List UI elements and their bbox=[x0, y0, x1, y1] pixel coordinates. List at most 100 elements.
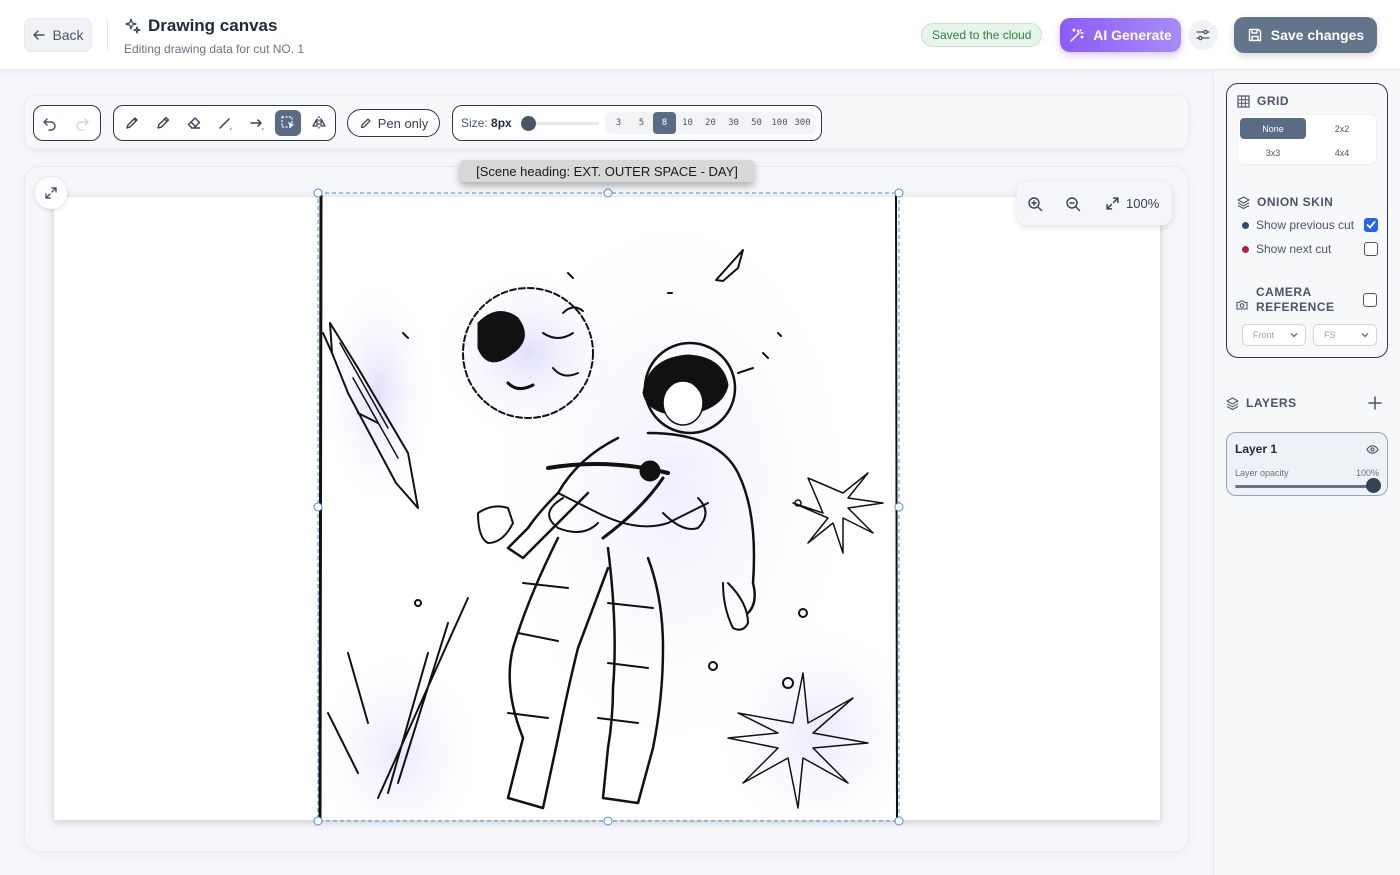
redo-button[interactable] bbox=[69, 110, 95, 136]
zoom-level: 100% bbox=[1126, 196, 1160, 211]
select-tool-button[interactable] bbox=[275, 110, 301, 136]
back-label: Back bbox=[52, 27, 84, 43]
zoom-out-icon[interactable] bbox=[1065, 196, 1081, 212]
mirror-icon bbox=[312, 116, 326, 130]
page-title: Drawing canvas bbox=[124, 16, 304, 36]
camera-shot-select[interactable]: FS bbox=[1313, 324, 1377, 346]
layer-opacity-fill bbox=[1235, 485, 1373, 488]
show-next-cut-checkbox[interactable] bbox=[1364, 242, 1378, 256]
layer-item[interactable]: Layer 1 Layer opacity 100% bbox=[1226, 432, 1388, 496]
history-tool-group bbox=[33, 105, 101, 141]
size-preset-100[interactable]: 100 bbox=[768, 112, 791, 134]
undo-icon bbox=[43, 118, 56, 131]
layer-opacity-value: 100% bbox=[1355, 468, 1379, 478]
size-preset-10[interactable]: 10 bbox=[676, 112, 699, 134]
check-icon bbox=[1366, 221, 1376, 229]
brush-size-label: Size: 8px bbox=[461, 116, 512, 130]
show-previous-cut-checkbox[interactable] bbox=[1364, 218, 1378, 232]
save-changes-button[interactable]: Save changes bbox=[1234, 17, 1377, 53]
layers-icon bbox=[1237, 195, 1250, 209]
grid-option-3x3[interactable]: 3x3 bbox=[1240, 142, 1306, 163]
size-preset-300[interactable]: 300 bbox=[791, 112, 814, 134]
pencil-icon bbox=[157, 116, 170, 129]
camera-reference-title: CAMERA REFERENCE bbox=[1236, 285, 1335, 315]
layers-section-title: LAYERS bbox=[1226, 396, 1297, 410]
pencil-icon bbox=[360, 118, 371, 128]
camera-shot-value: FS bbox=[1324, 330, 1336, 340]
grid-icon bbox=[1237, 94, 1250, 108]
ai-generate-button[interactable]: AI Generate bbox=[1060, 18, 1181, 52]
magic-wand-icon bbox=[1070, 28, 1084, 42]
ai-generate-label: AI Generate bbox=[1093, 27, 1172, 43]
pencil-tool-button[interactable] bbox=[150, 110, 175, 136]
size-preset-5[interactable]: 5 bbox=[630, 112, 653, 134]
show-previous-cut-label: Show previous cut bbox=[1256, 218, 1355, 232]
size-preset-3[interactable]: 3 bbox=[607, 112, 630, 134]
chevron-down-icon bbox=[1290, 333, 1298, 338]
line-tool-button[interactable] bbox=[213, 110, 238, 136]
brush-size-presets: 3 5 8 10 20 30 50 100 300 bbox=[605, 112, 816, 134]
brush-size-group: Size: 8px 3 5 8 10 20 30 50 100 300 bbox=[452, 105, 822, 141]
sliders-icon bbox=[1196, 29, 1210, 41]
size-preset-30[interactable]: 30 bbox=[722, 112, 745, 134]
zoom-in-icon[interactable] bbox=[1027, 196, 1043, 212]
eraser-tool-button[interactable] bbox=[182, 110, 207, 136]
show-next-cut-row[interactable]: Show next cut bbox=[1242, 240, 1378, 258]
arrow-icon bbox=[250, 119, 264, 130]
size-preset-8[interactable]: 8 bbox=[653, 112, 676, 134]
brush-size-value: 8px bbox=[491, 116, 512, 130]
page-title-block: Drawing canvas Editing drawing data for … bbox=[124, 16, 304, 56]
mirror-tool-button[interactable] bbox=[307, 110, 332, 136]
add-layer-button[interactable] bbox=[1362, 390, 1388, 416]
layer-opacity-track[interactable] bbox=[1235, 485, 1373, 488]
layer-name: Layer 1 bbox=[1235, 442, 1278, 456]
drawing-toolbar: Pen only Size: 8px 3 5 8 10 20 30 50 100 300 bbox=[24, 95, 1189, 149]
sparkle-icon bbox=[125, 18, 141, 34]
chevron-down-icon bbox=[1361, 333, 1369, 338]
zoom-reset-button[interactable]: 100% bbox=[1105, 196, 1159, 211]
camera-reference-checkbox[interactable] bbox=[1363, 293, 1377, 307]
size-preset-50[interactable]: 50 bbox=[745, 112, 768, 134]
brush-size-slider-handle[interactable] bbox=[521, 116, 536, 131]
grid-option-2x2[interactable]: 2x2 bbox=[1309, 118, 1375, 139]
pen-only-label: Pen only bbox=[377, 115, 429, 131]
layer-opacity-slider-handle[interactable] bbox=[1365, 478, 1381, 493]
grid-options: None 2x2 3x3 4x4 bbox=[1237, 114, 1377, 165]
save-changes-label: Save changes bbox=[1270, 27, 1365, 43]
eye-icon[interactable] bbox=[1366, 443, 1379, 456]
settings-toggle-button[interactable] bbox=[1188, 20, 1218, 50]
back-button[interactable]: Back bbox=[24, 18, 92, 52]
pen-tool-button[interactable] bbox=[119, 110, 144, 136]
fullscreen-button[interactable] bbox=[35, 177, 67, 209]
layers-icon bbox=[1226, 396, 1239, 410]
show-next-cut-label: Show next cut bbox=[1256, 242, 1332, 256]
arrow-tool-button[interactable] bbox=[244, 110, 269, 136]
floppy-disk-icon bbox=[1248, 28, 1261, 42]
size-preset-20[interactable]: 20 bbox=[699, 112, 722, 134]
layer-opacity-label: Layer opacity bbox=[1235, 468, 1289, 478]
pen-only-toggle[interactable]: Pen only bbox=[347, 109, 440, 137]
undo-button[interactable] bbox=[37, 110, 63, 136]
page-subtitle: Editing drawing data for cut NO. 1 bbox=[124, 42, 305, 56]
onion-skin-section-title: ONION SKIN bbox=[1237, 195, 1333, 209]
pen-icon bbox=[125, 117, 138, 129]
expand-icon bbox=[45, 187, 57, 199]
redo-icon bbox=[76, 118, 89, 131]
canvas-artwork[interactable] bbox=[318, 193, 899, 821]
scene-heading-label: [Scene heading: EXT. OUTER SPACE - DAY] bbox=[460, 160, 754, 182]
line-icon bbox=[219, 118, 232, 130]
arrow-left-icon bbox=[33, 30, 46, 40]
header-divider bbox=[107, 20, 108, 50]
saved-status-badge: Saved to the cloud bbox=[921, 23, 1043, 47]
select-icon bbox=[281, 116, 295, 128]
camera-angle-select[interactable]: Front bbox=[1242, 324, 1306, 346]
camera-icon bbox=[1236, 299, 1248, 310]
next-cut-color-dot bbox=[1242, 245, 1249, 253]
plus-icon bbox=[1368, 396, 1382, 410]
grid-option-4x4[interactable]: 4x4 bbox=[1309, 142, 1375, 163]
page-title-text: Drawing canvas bbox=[148, 16, 278, 35]
grid-section-title: GRID bbox=[1237, 94, 1289, 108]
show-previous-cut-row[interactable]: Show previous cut bbox=[1242, 216, 1378, 234]
grid-option-none[interactable]: None bbox=[1240, 118, 1306, 139]
app-header: Back Drawing canvas Editing drawing data… bbox=[0, 0, 1400, 70]
